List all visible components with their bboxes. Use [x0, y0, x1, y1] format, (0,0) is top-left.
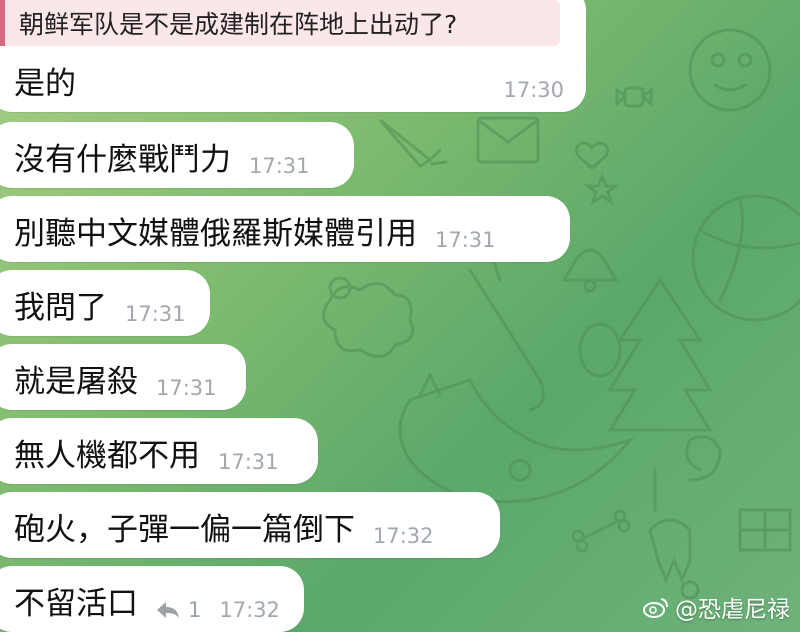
message-time: 17:31 [249, 154, 310, 178]
quoted-text: 朝鲜军队是不是成建制在阵地上出动了? [19, 10, 458, 39]
tree-doodle [607, 277, 713, 512]
message-bubble[interactable]: 我問了 17:31 [0, 270, 210, 336]
message-bubble[interactable]: 砲火，子彈一偏一篇倒下 17:32 [0, 492, 500, 558]
message-time: 17:31 [125, 302, 186, 326]
replies-indicator[interactable]: 1 [156, 598, 201, 632]
weibo-icon [643, 598, 668, 618]
message-time: 17:32 [219, 598, 280, 622]
watermark-text: @恐虐尼禄 [675, 597, 790, 623]
heart-doodle [575, 141, 609, 170]
message-text: 無人機都不用 [14, 438, 200, 474]
egg-doodle [578, 322, 622, 378]
message-bubble[interactable]: 朝鲜军队是不是成建制在阵地上出动了? 是的 17:30 [0, 0, 586, 112]
message-text: 砲火，子彈一偏一篇倒下 [14, 512, 355, 548]
sheep-doodle [322, 276, 415, 358]
ball-doodle [691, 194, 800, 322]
message-text: 就是屠殺 [14, 364, 138, 400]
gift-doodle [738, 508, 792, 552]
creature-doodle [688, 28, 772, 112]
message-time: 17:31 [156, 376, 217, 400]
message-text: 別聽中文媒體俄羅斯媒體引用 [14, 216, 417, 252]
message-text: 是的 [14, 66, 76, 102]
star-doodle [583, 171, 621, 206]
reply-arrow-icon [157, 602, 179, 618]
message-time: 17:31 [218, 450, 279, 474]
squid-doodle [648, 518, 692, 585]
message-bubble[interactable]: 無人機都不用 17:31 [0, 418, 318, 484]
message-text: 不留活口 [14, 586, 138, 622]
carrot-doodle [378, 118, 448, 168]
reply-quote[interactable]: 朝鲜军队是不是成建制在阵地上出动了? [0, 0, 560, 46]
message-bubble[interactable]: 沒有什麼戰鬥力 17:31 [0, 122, 354, 188]
spiral-doodle [685, 435, 722, 482]
weibo-watermark: @恐虐尼禄 [643, 590, 790, 624]
message-time: 17:31 [435, 228, 496, 252]
message-bubble[interactable]: 別聽中文媒體俄羅斯媒體引用 17:31 [0, 196, 570, 262]
message-text: 沒有什麼戰鬥力 [14, 142, 231, 178]
message-time: 17:32 [373, 524, 434, 548]
bone-doodle [571, 509, 631, 553]
message-bubble[interactable]: 就是屠殺 17:31 [0, 344, 246, 410]
bell-doodle [561, 248, 619, 293]
reply-count-text: 1 [188, 598, 202, 622]
candy-doodle [615, 86, 653, 108]
envelope-doodle [476, 116, 540, 164]
message-bubble[interactable]: 不留活口 1 17:32 [0, 566, 304, 632]
message-time: 17:30 [503, 78, 564, 102]
fox-doodle [398, 371, 635, 504]
message-text: 我問了 [14, 290, 107, 326]
